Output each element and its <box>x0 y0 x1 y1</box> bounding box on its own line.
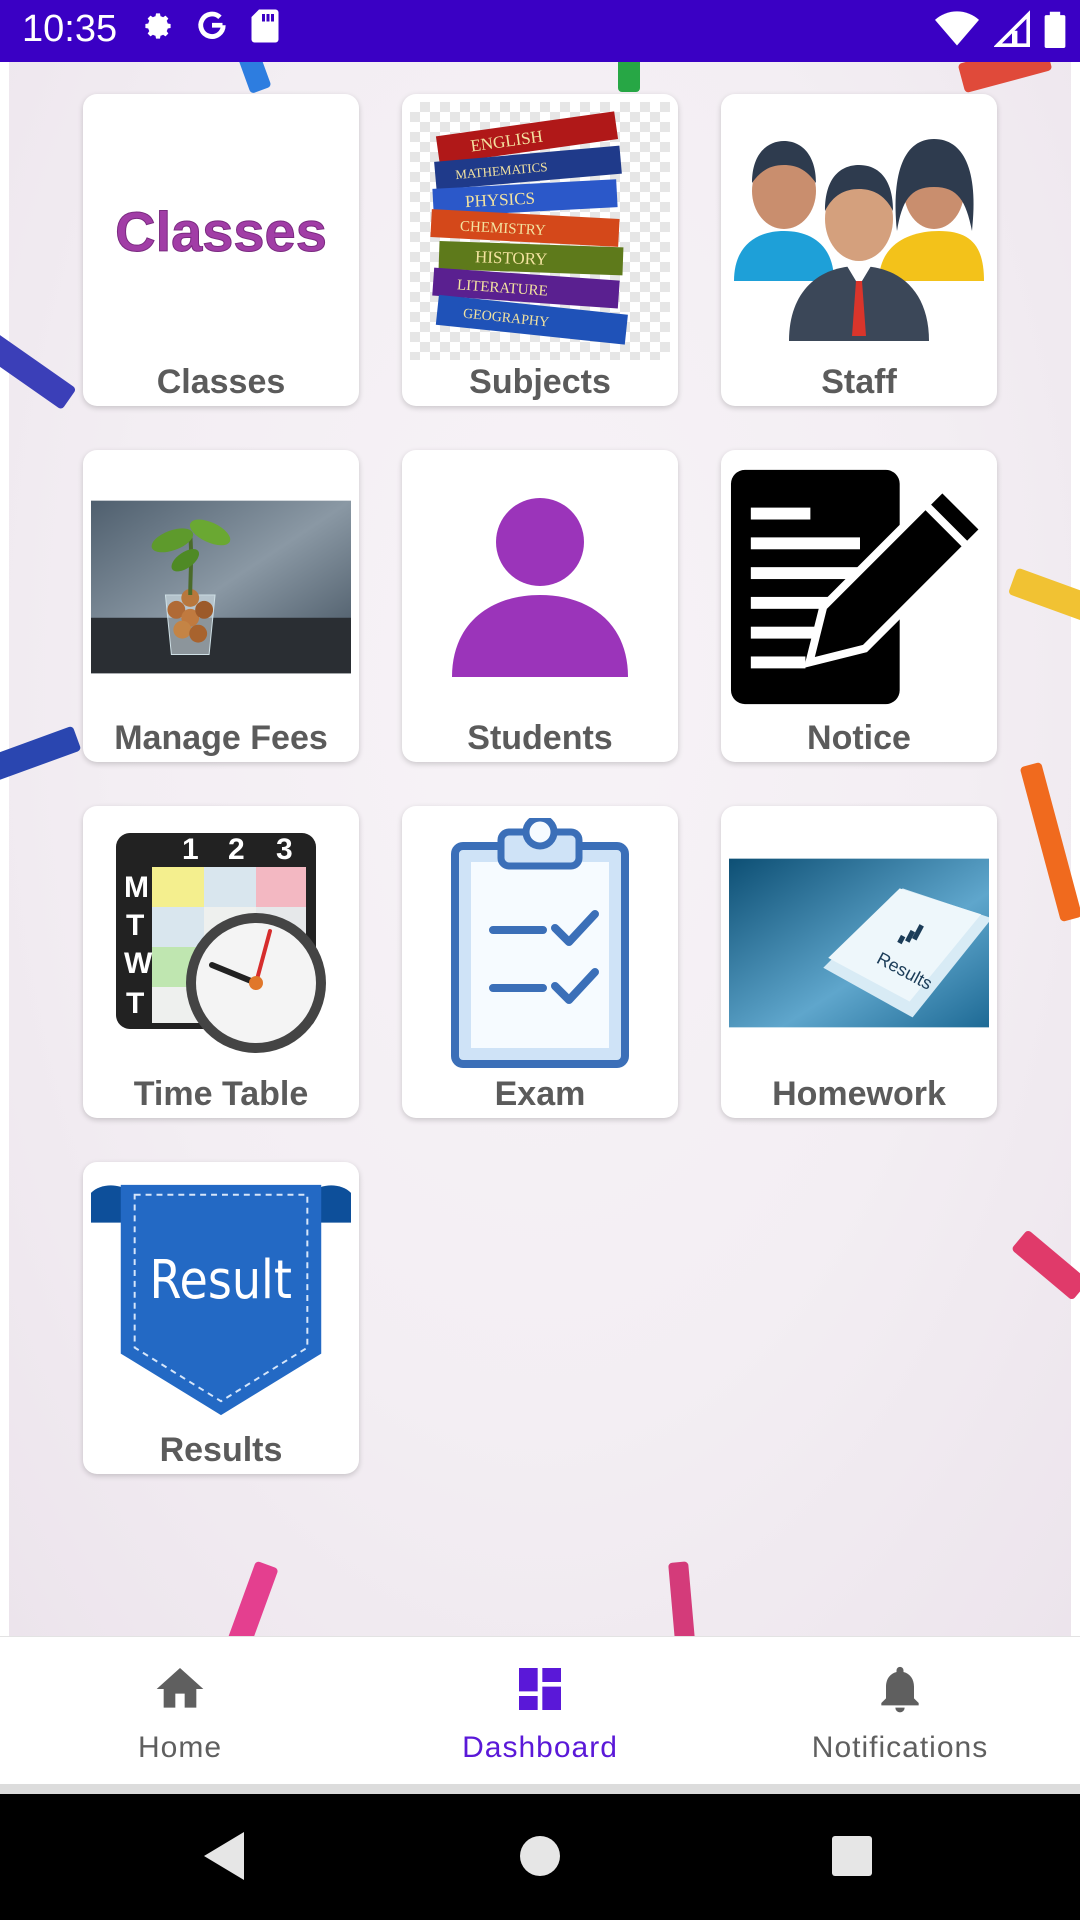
tile-staff[interactable]: Staff <box>721 94 997 406</box>
tile-label: Staff <box>821 363 897 401</box>
pencil-decoration <box>668 1561 696 1636</box>
tile-subjects[interactable]: ENGLISH MATHEMATICS PHYSICS CHEMISTRY HI… <box>402 94 678 406</box>
signal-icon <box>993 10 1030 47</box>
right-edge <box>1071 62 1080 1636</box>
left-edge <box>0 62 9 1636</box>
tile-label: Manage Fees <box>114 719 328 757</box>
dashboard-content[interactable]: Classes Classes ENGLISH MATHEMATICS PHYS… <box>0 62 1080 1636</box>
svg-text:M: M <box>124 871 149 904</box>
tile-homework[interactable]: Results Homework <box>721 806 997 1118</box>
tile-label: Classes <box>156 363 286 401</box>
tile-label: Notice <box>807 719 911 757</box>
svg-text:T: T <box>126 909 144 942</box>
timetable-image: 1 2 3 M T W T <box>91 814 351 1072</box>
recents-icon[interactable] <box>830 1828 874 1884</box>
status-icons-left <box>140 8 295 44</box>
back-icon[interactable] <box>200 1828 250 1884</box>
tile-time-table[interactable]: 1 2 3 M T W T Time Table <box>83 806 359 1118</box>
tile-exam[interactable]: Exam <box>402 806 678 1118</box>
svg-text:HISTORY: HISTORY <box>475 247 548 269</box>
tile-results[interactable]: Result Results <box>83 1162 359 1474</box>
tile-manage-fees[interactable]: Manage Fees <box>83 450 359 762</box>
sd-card-icon <box>251 9 279 43</box>
tile-classes[interactable]: Classes Classes <box>83 94 359 406</box>
nav-notifications-label: Notifications <box>811 1731 989 1764</box>
pencil-decoration <box>957 62 1053 94</box>
notice-edit-icon <box>729 458 989 716</box>
homework-keyboard-image: Results <box>729 814 989 1072</box>
bottom-navigation: Home Dashboard Notifications <box>0 1636 1080 1785</box>
svg-text:T: T <box>126 987 144 1020</box>
status-bar: 10:35 <box>0 0 1080 62</box>
nav-dashboard-label: Dashboard <box>462 1731 618 1764</box>
pencil-decoration <box>1007 567 1080 625</box>
gear-icon <box>145 13 171 39</box>
pencil-decoration <box>0 725 82 785</box>
clipboard-check-icon <box>410 814 670 1072</box>
tile-label: Time Table <box>133 1075 309 1113</box>
nav-notifications[interactable]: Notifications <box>720 1637 1080 1785</box>
bell-icon <box>881 1666 919 1713</box>
svg-text:2: 2 <box>228 833 245 866</box>
tile-label: Exam <box>494 1075 586 1113</box>
nav-dashboard[interactable]: Dashboard <box>360 1637 720 1785</box>
tile-label: Homework <box>772 1075 946 1113</box>
pencil-decoration <box>1011 1229 1080 1301</box>
pencil-decoration <box>0 319 77 411</box>
books-image: ENGLISH MATHEMATICS PHYSICS CHEMISTRY HI… <box>410 102 670 360</box>
pencil-decoration <box>225 1560 279 1636</box>
svg-text:3: 3 <box>276 833 293 866</box>
fees-image <box>91 458 351 716</box>
nav-divider <box>0 1784 1080 1794</box>
classes-word-art: Classes <box>115 200 327 263</box>
result-ribbon-image: Result <box>91 1170 351 1428</box>
status-time: 10:35 <box>22 8 118 50</box>
tile-label: Students <box>467 719 613 757</box>
pencil-decoration <box>230 62 272 94</box>
system-navigation-bar <box>0 1794 1080 1920</box>
google-icon <box>198 11 227 39</box>
tile-label: Subjects <box>469 363 611 401</box>
staff-image <box>729 102 989 360</box>
tile-students[interactable]: Students <box>402 450 678 762</box>
classes-image: Classes <box>91 102 351 360</box>
wifi-icon <box>935 11 980 46</box>
svg-text:1: 1 <box>182 833 199 866</box>
battery-icon <box>1044 11 1066 48</box>
nav-home-label: Home <box>137 1731 223 1764</box>
result-ribbon-text: Result <box>150 1249 292 1311</box>
home-circle-icon[interactable] <box>518 1828 562 1884</box>
dashboard-icon <box>519 1668 561 1710</box>
svg-text:PHYSICS: PHYSICS <box>465 188 536 211</box>
home-icon <box>156 1668 204 1708</box>
svg-text:W: W <box>124 947 153 980</box>
status-icons-right <box>925 10 1066 48</box>
pencil-decoration <box>618 62 640 92</box>
tile-label: Results <box>159 1431 283 1469</box>
nav-home[interactable]: Home <box>0 1637 360 1785</box>
tile-notice[interactable]: Notice <box>721 450 997 762</box>
student-person-icon <box>410 458 670 716</box>
